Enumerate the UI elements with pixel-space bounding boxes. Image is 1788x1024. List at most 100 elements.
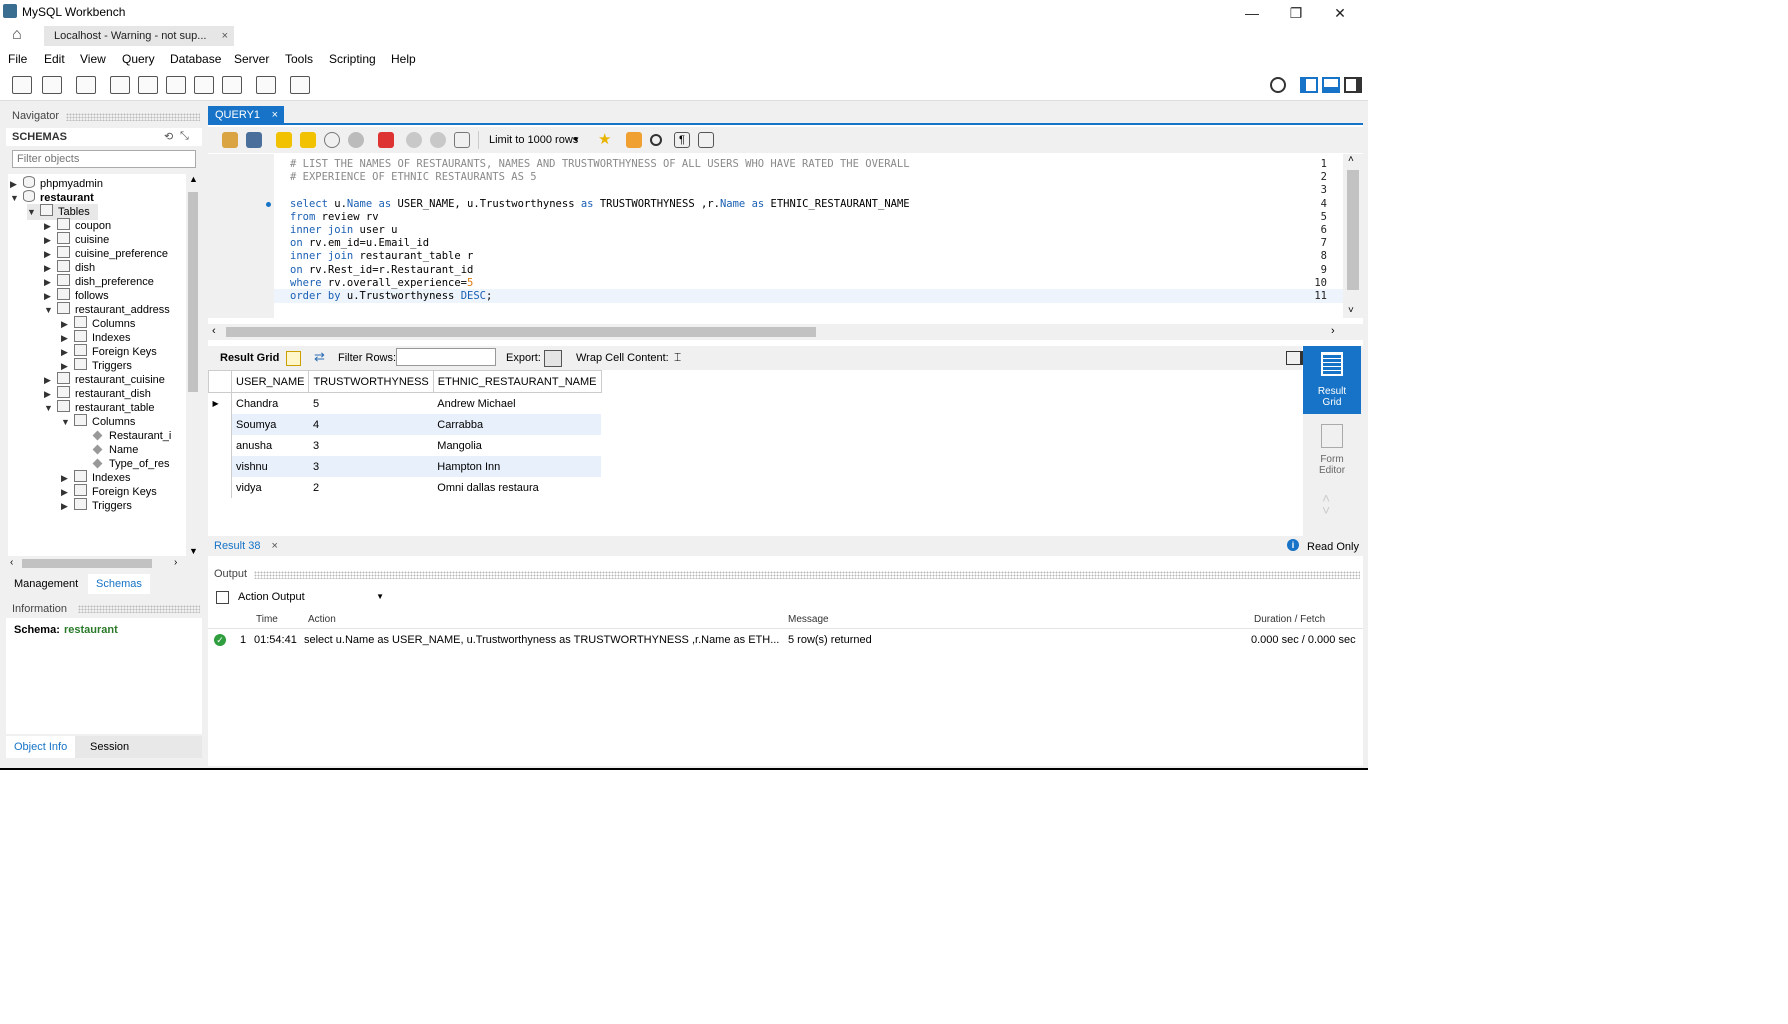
menu-scripting[interactable]: Scripting xyxy=(329,52,376,66)
export-icon[interactable] xyxy=(544,350,562,367)
menu-server[interactable]: Server xyxy=(234,52,269,66)
reconnect-icon[interactable] xyxy=(290,76,310,94)
open-sql-script-icon[interactable] xyxy=(42,76,62,94)
table-cell[interactable]: 4 xyxy=(309,414,433,435)
table-cell[interactable]: 3 xyxy=(309,456,433,477)
row-pointer-icon[interactable]: ▶ xyxy=(208,392,232,414)
collapse-arrow-icon[interactable]: ▼ xyxy=(44,302,54,318)
expand-arrow-icon[interactable]: ▶ xyxy=(61,498,71,514)
output-row[interactable]: ✓ 1 01:54:41 select u.Name as USER_NAME,… xyxy=(208,632,1363,650)
collapse-schemas-icon[interactable]: ⤡ xyxy=(180,130,189,143)
column-header[interactable]: USER_NAME xyxy=(230,370,310,393)
new-sql-tab-icon[interactable] xyxy=(12,76,32,94)
scroll-left-arrow-icon[interactable]: ‹ xyxy=(212,325,216,337)
table-cell[interactable]: Carrabba xyxy=(433,414,601,435)
column-header[interactable]: ETHNIC_RESTAURANT_NAME xyxy=(432,370,602,393)
scrollbar-thumb[interactable] xyxy=(188,192,198,392)
menu-database[interactable]: Database xyxy=(170,52,221,66)
row-header-cell[interactable] xyxy=(208,477,232,498)
scroll-up-arrow-icon[interactable]: ˄ xyxy=(1348,154,1354,165)
column-header-action[interactable]: Action xyxy=(308,614,336,625)
scroll-right-arrow-icon[interactable]: › xyxy=(1331,325,1335,337)
schema-tree-scrollbar[interactable]: ▲ ▼ xyxy=(186,174,200,556)
menu-view[interactable]: View xyxy=(80,52,106,66)
maximize-button[interactable]: ❐ xyxy=(1274,2,1318,24)
beautify-icon[interactable] xyxy=(626,132,642,148)
create-schema-icon[interactable] xyxy=(110,76,130,94)
scroll-right-arrow-icon[interactable]: › xyxy=(174,557,177,568)
table-row[interactable]: vishnu 3 Hampton Inn xyxy=(208,456,601,477)
menu-file[interactable]: File xyxy=(8,52,27,66)
collapse-arrow-icon[interactable]: ▼ xyxy=(10,190,20,206)
inspector-icon[interactable] xyxy=(76,76,96,94)
refresh-icon[interactable]: ⇄ xyxy=(314,349,325,365)
create-table-icon[interactable] xyxy=(138,76,158,94)
result-grid[interactable]: USER_NAME TRUSTWORTHYNESS ETHNIC_RESTAUR… xyxy=(208,370,1302,536)
table-row[interactable]: anusha 3 Mangolia xyxy=(208,435,602,456)
wrap-cell-icon[interactable]: ⌶ xyxy=(674,350,681,365)
close-result-tab-icon[interactable]: × xyxy=(272,540,278,552)
schema-tree-hscrollbar[interactable]: ‹ › xyxy=(8,556,186,570)
code-hscrollbar-thumb[interactable] xyxy=(226,327,816,337)
table-cell[interactable]: 5 xyxy=(309,393,433,415)
table-cell[interactable]: Andrew Michael xyxy=(433,393,601,415)
schema-tree[interactable]: ▶ phpmyadmin ▼ restaurant ▼ Tables ▶ coupon ▶ cui… xyxy=(8,174,186,556)
copy-output-icon[interactable] xyxy=(216,591,229,604)
scroll-up-arrow-icon[interactable]: ▲ xyxy=(189,174,198,184)
add-snippet-icon[interactable]: ★ xyxy=(598,132,614,148)
table-cell[interactable]: Omni dallas restaura xyxy=(433,477,601,498)
search-table-data-icon[interactable] xyxy=(256,76,276,94)
invisible-chars-icon[interactable]: ¶ xyxy=(674,132,690,148)
close-button[interactable]: ✕ xyxy=(1318,2,1362,24)
table-row[interactable]: ▶ Chandra 5 Andrew Michael xyxy=(208,392,602,415)
execute-icon[interactable] xyxy=(276,132,292,148)
table-row[interactable]: vidya 2 Omni dallas restaura xyxy=(208,477,602,498)
side-panel-scroll-icon[interactable]: ˄ ˅ xyxy=(1322,491,1330,517)
toggle-panel-icon[interactable] xyxy=(1286,351,1304,365)
result-tab[interactable]: Result 38 × xyxy=(214,540,278,552)
collapse-arrow-icon[interactable]: ▼ xyxy=(44,400,54,416)
query-tab[interactable]: QUERY1 × xyxy=(208,106,284,124)
filter-rows-input[interactable] xyxy=(396,348,496,366)
tab-session[interactable]: Session xyxy=(90,741,129,753)
tree-item[interactable]: ▶ Triggers xyxy=(61,498,132,514)
hscrollbar-thumb[interactable] xyxy=(22,559,152,568)
close-query-tab-icon[interactable]: × xyxy=(272,106,278,124)
settings-icon[interactable] xyxy=(1270,77,1286,93)
connection-tab[interactable]: Localhost - Warning - not sup... × xyxy=(44,26,234,46)
tab-management[interactable]: Management xyxy=(14,578,78,590)
create-procedure-icon[interactable] xyxy=(194,76,214,94)
column-header-time[interactable]: Time xyxy=(256,614,278,625)
code-scrollbar-thumb[interactable] xyxy=(1347,170,1359,290)
find-icon[interactable] xyxy=(650,134,662,146)
home-icon[interactable]: ⌂ xyxy=(12,27,30,43)
toggle-output-icon[interactable] xyxy=(1322,77,1340,93)
column-header-message[interactable]: Message xyxy=(788,614,829,625)
grid-view-icon[interactable] xyxy=(286,351,301,366)
autocommit-icon[interactable] xyxy=(454,132,470,148)
minimize-button[interactable]: — xyxy=(1230,2,1274,24)
menu-query[interactable]: Query xyxy=(122,52,155,66)
side-form-editor-button[interactable]: Form Editor xyxy=(1303,418,1361,480)
row-header-cell[interactable] xyxy=(208,456,232,477)
scroll-down-arrow-icon[interactable]: ▼ xyxy=(189,546,198,556)
stop-icon[interactable] xyxy=(348,132,364,148)
word-wrap-icon[interactable] xyxy=(698,132,714,148)
tab-schemas[interactable]: Schemas xyxy=(88,574,150,594)
tab-object-info[interactable]: Object Info xyxy=(6,736,76,758)
output-type-select[interactable]: Action Output ▼ xyxy=(238,588,388,606)
table-row[interactable]: Soumya 4 Carrabba xyxy=(208,414,601,435)
side-result-grid-button[interactable]: Result Grid xyxy=(1303,346,1361,414)
table-cell[interactable]: anusha xyxy=(232,435,309,456)
menu-tools[interactable]: Tools xyxy=(285,52,313,66)
limit-rows-select[interactable]: Limit to 1000 rows ▼ xyxy=(478,131,584,149)
toggle-sidebar-icon[interactable] xyxy=(1300,77,1318,93)
table-cell[interactable]: 2 xyxy=(309,477,433,498)
refresh-schemas-icon[interactable]: ⟲ xyxy=(164,130,173,143)
scroll-left-arrow-icon[interactable]: ‹ xyxy=(10,557,13,568)
menu-edit[interactable]: Edit xyxy=(44,52,65,66)
table-cell[interactable]: vishnu xyxy=(232,456,309,477)
result-grid-tab[interactable]: Result Grid xyxy=(220,352,279,364)
open-file-icon[interactable] xyxy=(222,132,238,148)
rollback-icon[interactable] xyxy=(430,132,446,148)
